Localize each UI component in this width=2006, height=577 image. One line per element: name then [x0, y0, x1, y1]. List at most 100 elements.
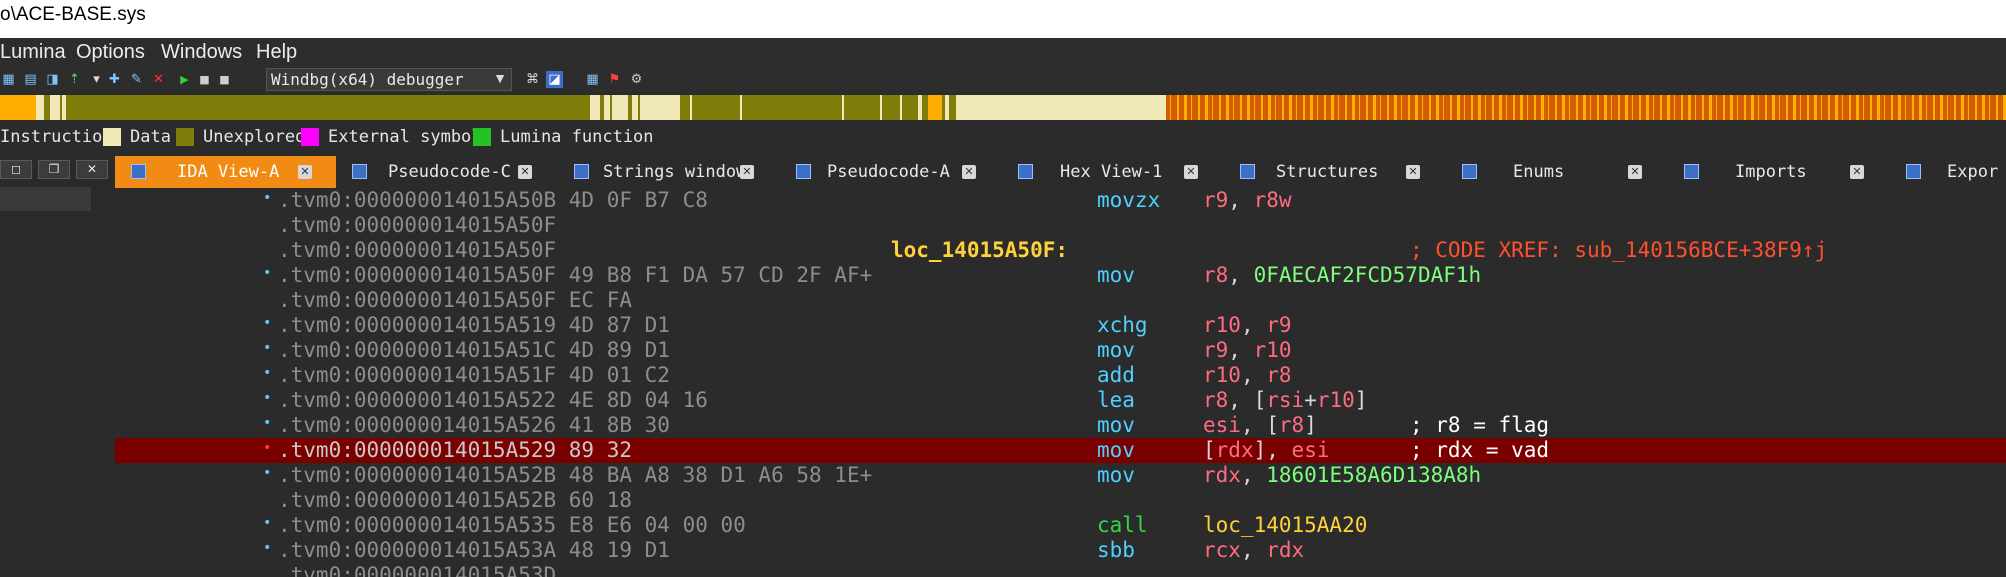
pause-icon[interactable]: ■ — [196, 71, 213, 88]
operand-register: rdx — [1266, 538, 1305, 562]
nav-segment — [1436, 95, 1439, 120]
disasm-row[interactable]: • .tvm0:000000014015A50F 49 B8 F1 DA 57 C… — [115, 263, 2006, 288]
operand-punct: ] — [1304, 413, 1317, 437]
menu-windows[interactable]: Windows — [161, 41, 242, 64]
ida-view-listing[interactable]: • .tvm0:000000014015A50B 4D 0F B7 C8 movzx… — [115, 188, 2006, 577]
restore-pane-button[interactable]: ❐ — [38, 160, 70, 179]
disasm-row[interactable]: • .tvm0:000000014015A50B 4D 0F B7 C8 movzx… — [115, 188, 2006, 213]
code-dot-icon[interactable]: • — [263, 515, 271, 531]
attach-icon[interactable]: ▦ — [0, 71, 17, 88]
navigation-band[interactable] — [0, 95, 2006, 120]
edit-icon[interactable]: ✎ — [128, 71, 145, 88]
disasm-row[interactable]: .tvm0:000000014015A50F EC FA — [115, 288, 2006, 313]
detach-icon[interactable]: ▤ — [22, 71, 39, 88]
operand-register: r8 — [1278, 413, 1305, 437]
disasm-row[interactable]: .tvm0:000000014015A50F — [115, 213, 2006, 238]
disasm-row[interactable]: • .tvm0:000000014015A519 4D 87 D1 xchg r10,… — [115, 313, 2006, 338]
operand-punct: , — [1240, 313, 1267, 337]
close-icon[interactable]: ✕ — [518, 165, 532, 179]
stop-icon[interactable]: ■ — [216, 71, 233, 88]
nav-segment — [1296, 95, 1297, 120]
code-dot-icon[interactable]: • — [263, 365, 271, 381]
operands: loc_14015AA20 — [1203, 513, 1367, 537]
add-icon[interactable]: ✚ — [106, 71, 123, 88]
nav-segment — [1604, 95, 1607, 120]
disasm-row[interactable]: • .tvm0:000000014015A51F 4D 01 C2 add r10, … — [115, 363, 2006, 388]
breakpoint-dot-icon[interactable]: • — [263, 440, 271, 456]
code-dot-icon[interactable]: • — [263, 540, 271, 556]
tab-exports[interactable]: Expor — [1890, 156, 2006, 188]
run-icon[interactable]: ▶ — [176, 71, 193, 88]
code-dot-icon[interactable]: • — [263, 390, 271, 406]
window-icon[interactable]: ◪ — [546, 71, 563, 88]
nav-segment — [1562, 95, 1565, 120]
tab-label: Pseudocode-A — [827, 162, 950, 182]
nav-segment — [1268, 95, 1271, 120]
code-dot-icon[interactable]: • — [263, 190, 271, 206]
code-dot-icon[interactable]: • — [263, 315, 271, 331]
close-icon[interactable]: ✕ — [1406, 165, 1420, 179]
nav-segment — [1940, 95, 1943, 120]
nav-segment — [1716, 95, 1717, 120]
step-icon[interactable]: ⇡ — [66, 71, 83, 88]
code-dot-icon[interactable]: • — [263, 465, 271, 481]
minimize-pane-button[interactable]: ◻ — [0, 160, 32, 179]
open-icon[interactable]: ◨ — [44, 71, 61, 88]
close-icon[interactable]: ✕ — [740, 165, 754, 179]
close-icon[interactable]: ✕ — [1850, 165, 1864, 179]
delete-icon[interactable]: ✕ — [150, 71, 167, 88]
operand-register: rcx — [1203, 538, 1241, 562]
nav-segment — [1590, 95, 1591, 120]
menu-options[interactable]: Options — [76, 41, 145, 64]
legend-unexplored-label: Unexplored — [203, 127, 306, 147]
code-dot-icon[interactable]: • — [263, 340, 271, 356]
address-and-bytes: .tvm0:000000014015A52B 48 BA A8 38 D1 A6… — [278, 463, 873, 487]
disasm-row[interactable]: .tvm0:000000014015A53D — [115, 563, 2006, 577]
tab-imports[interactable]: Imports ✕ — [1668, 156, 1890, 188]
disasm-row[interactable]: .tvm0:000000014015A52B 60 18 — [115, 488, 2006, 513]
disasm-row[interactable]: • .tvm0:000000014015A52B 48 BA A8 38 D1 A… — [115, 463, 2006, 488]
nav-segment — [1471, 95, 1473, 120]
exports-icon — [1906, 164, 1921, 179]
disasm-row[interactable]: • .tvm0:000000014015A526 41 8B 30 mov esi, … — [115, 413, 2006, 438]
tab-ida-view-a[interactable]: IDA View-A ✕ — [115, 156, 336, 188]
close-icon[interactable]: ✕ — [1628, 165, 1642, 179]
tab-structures[interactable]: Structures ✕ — [1224, 156, 1446, 188]
operand-punct: , — [1228, 188, 1254, 212]
code-label[interactable]: loc_14015A50F: — [891, 238, 1068, 262]
disasm-row[interactable]: • .tvm0:000000014015A53A 48 19 D1 sbb rcx, … — [115, 538, 2006, 563]
settings-icon[interactable]: ⚙ — [628, 71, 645, 88]
close-icon[interactable]: ✕ — [1184, 165, 1198, 179]
menu-lumina[interactable]: Lumina — [0, 41, 66, 64]
code-dot-icon[interactable]: • — [263, 415, 271, 431]
close-icon[interactable]: ✕ — [298, 165, 312, 179]
nav-segment — [1457, 95, 1460, 120]
close-icon[interactable]: ✕ — [962, 165, 976, 179]
breakpoint-icon[interactable]: ⚑ — [606, 71, 623, 88]
nav-segment — [1275, 95, 1276, 120]
disasm-row[interactable]: • .tvm0:000000014015A535 E8 E6 04 00 00 ca… — [115, 513, 2006, 538]
tab-strings-window[interactable]: Strings window ✕ — [558, 156, 780, 188]
disasm-row-selected[interactable]: • .tvm0:000000014015A529 89 32 mov [rdx], e… — [115, 438, 2006, 463]
tab-label: Hex View-1 — [1060, 162, 1163, 182]
close-pane-button[interactable]: ✕ — [76, 160, 108, 179]
disasm-row[interactable]: • .tvm0:000000014015A51C 4D 89 D1 mov r9, r… — [115, 338, 2006, 363]
address-and-bytes: .tvm0:000000014015A535 E8 E6 04 00 00 — [278, 513, 746, 537]
left-pane-selection[interactable] — [0, 187, 91, 211]
tab-pseudocode-c[interactable]: Pseudocode-C ✕ — [336, 156, 558, 188]
tab-enums[interactable]: Enums ✕ — [1446, 156, 1668, 188]
nav-segment — [690, 95, 692, 120]
nav-segment — [1254, 95, 1255, 120]
tab-pseudocode-a[interactable]: Pseudocode-A ✕ — [780, 156, 1002, 188]
debugger-select[interactable]: Windbg(x64) debugger ▼ — [266, 68, 512, 91]
operand-punct: , — [1240, 363, 1267, 387]
tab-hex-view-1[interactable]: Hex View-1 ✕ — [1002, 156, 1224, 188]
dropdown-icon[interactable]: ▾ — [88, 71, 105, 88]
code-dot-icon[interactable]: • — [263, 265, 271, 281]
disasm-row[interactable]: • .tvm0:000000014015A522 4E 8D 04 16 lea r8… — [115, 388, 2006, 413]
table-icon[interactable]: ▦ — [584, 71, 601, 88]
trace-icon[interactable]: ⌘ — [524, 71, 541, 88]
nav-segment — [1485, 95, 1486, 120]
menu-help[interactable]: Help — [256, 41, 297, 64]
nav-segment — [1166, 95, 2006, 120]
